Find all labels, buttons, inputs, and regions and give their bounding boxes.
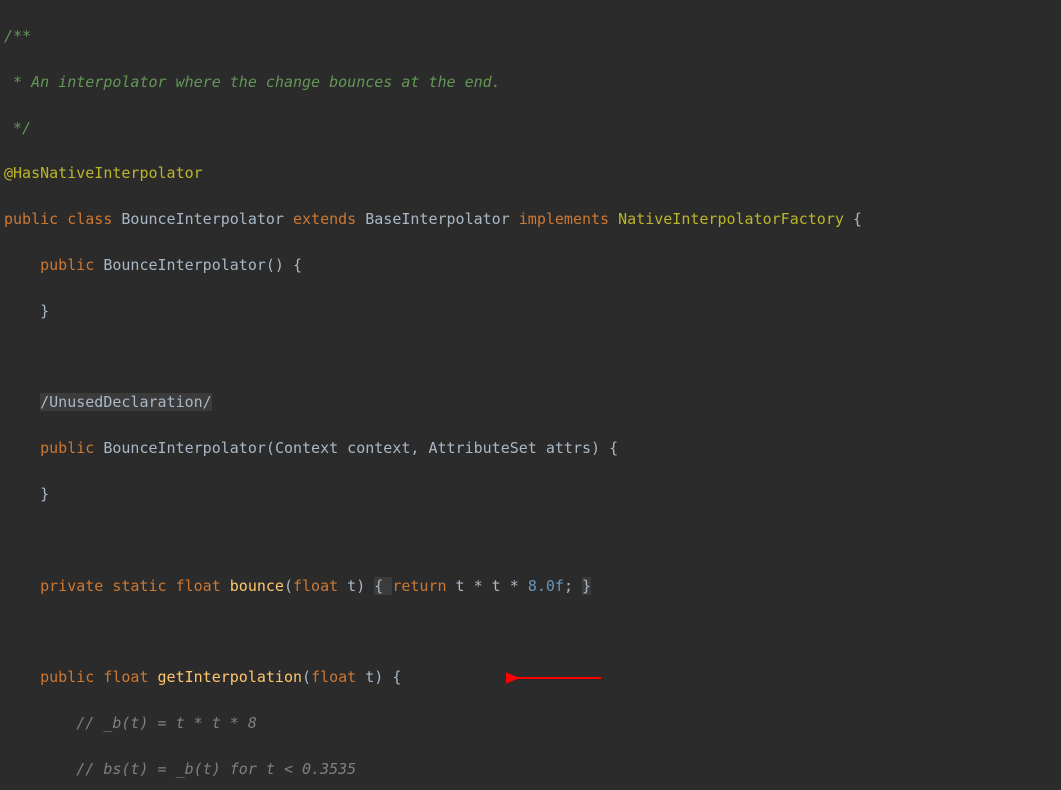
keyword-public: public [4, 210, 58, 228]
return-type: float [103, 668, 148, 686]
code-line: // _b(t) = t * t * 8 [4, 712, 1061, 735]
code-line: public float getInterpolation(float t) { [4, 666, 1061, 689]
paren-close: ) { [591, 439, 618, 457]
comment: // _b(t) = t * t * 8 [76, 714, 257, 732]
constructor-name: BounceInterpolator [103, 256, 266, 274]
suppressed-inspection: /UnusedDeclaration/ [40, 393, 212, 411]
brace-close: } [582, 577, 591, 595]
brace-close: } [40, 302, 49, 320]
code-line: */ [4, 117, 1061, 140]
paren-open: ( [302, 668, 311, 686]
keyword-public: public [40, 668, 94, 686]
code-line: @HasNativeInterpolator [4, 162, 1061, 185]
javadoc-close: */ [4, 119, 31, 137]
comment: // bs(t) = _b(t) for t < 0.3535 [76, 760, 356, 778]
paren-close: ) [356, 577, 374, 595]
param-name: t [356, 668, 374, 686]
keyword-return: return [392, 577, 446, 595]
comma: , [410, 439, 428, 457]
code-line [4, 620, 1061, 643]
brace-open: { [374, 577, 392, 595]
return-type: float [176, 577, 221, 595]
keyword-public: public [40, 439, 94, 457]
constructor-sig: () { [266, 256, 302, 274]
keyword-private: private [40, 577, 103, 595]
keyword-extends: extends [293, 210, 356, 228]
param-name: context [338, 439, 410, 457]
param-type: float [311, 668, 356, 686]
keyword-class: class [67, 210, 112, 228]
keyword-public: public [40, 256, 94, 274]
code-line: public class BounceInterpolator extends … [4, 208, 1061, 231]
brace-open: { [844, 210, 862, 228]
method-name: getInterpolation [158, 668, 303, 686]
annotation: @HasNativeInterpolator [4, 164, 203, 182]
keyword-static: static [112, 577, 166, 595]
code-line: private static float bounce(float t) { r… [4, 575, 1061, 598]
code-line: * An interpolator where the change bounc… [4, 71, 1061, 94]
code-line [4, 529, 1061, 552]
code-line: /** [4, 25, 1061, 48]
param-type: float [293, 577, 338, 595]
code-line: /UnusedDeclaration/ [4, 391, 1061, 414]
semicolon: ; [564, 577, 582, 595]
code-line: } [4, 300, 1061, 323]
paren-close: ) { [374, 668, 401, 686]
code-line: public BounceInterpolator() { [4, 254, 1061, 277]
constructor-name: BounceInterpolator [103, 439, 266, 457]
arrow-annotation-icon [506, 668, 606, 688]
superclass: BaseInterpolator [365, 210, 510, 228]
expr: t * t * [447, 577, 528, 595]
javadoc-open: /** [4, 27, 31, 45]
param-name: t [338, 577, 356, 595]
paren-open: ( [284, 577, 293, 595]
code-line [4, 346, 1061, 369]
code-line: } [4, 483, 1061, 506]
code-line: // bs(t) = _b(t) for t < 0.3535 [4, 758, 1061, 781]
paren-open: ( [266, 439, 275, 457]
code-editor[interactable]: /** * An interpolator where the change b… [0, 0, 1061, 790]
param-name: attrs [537, 439, 591, 457]
method-name: bounce [230, 577, 284, 595]
class-name: BounceInterpolator [121, 210, 284, 228]
param-type: Context [275, 439, 338, 457]
number: 8.0f [528, 577, 564, 595]
interface-name: NativeInterpolatorFactory [618, 210, 844, 228]
brace-close: } [40, 485, 49, 503]
param-type: AttributeSet [428, 439, 536, 457]
code-line: public BounceInterpolator(Context contex… [4, 437, 1061, 460]
javadoc-body: * An interpolator where the change bounc… [4, 73, 501, 91]
keyword-implements: implements [519, 210, 609, 228]
